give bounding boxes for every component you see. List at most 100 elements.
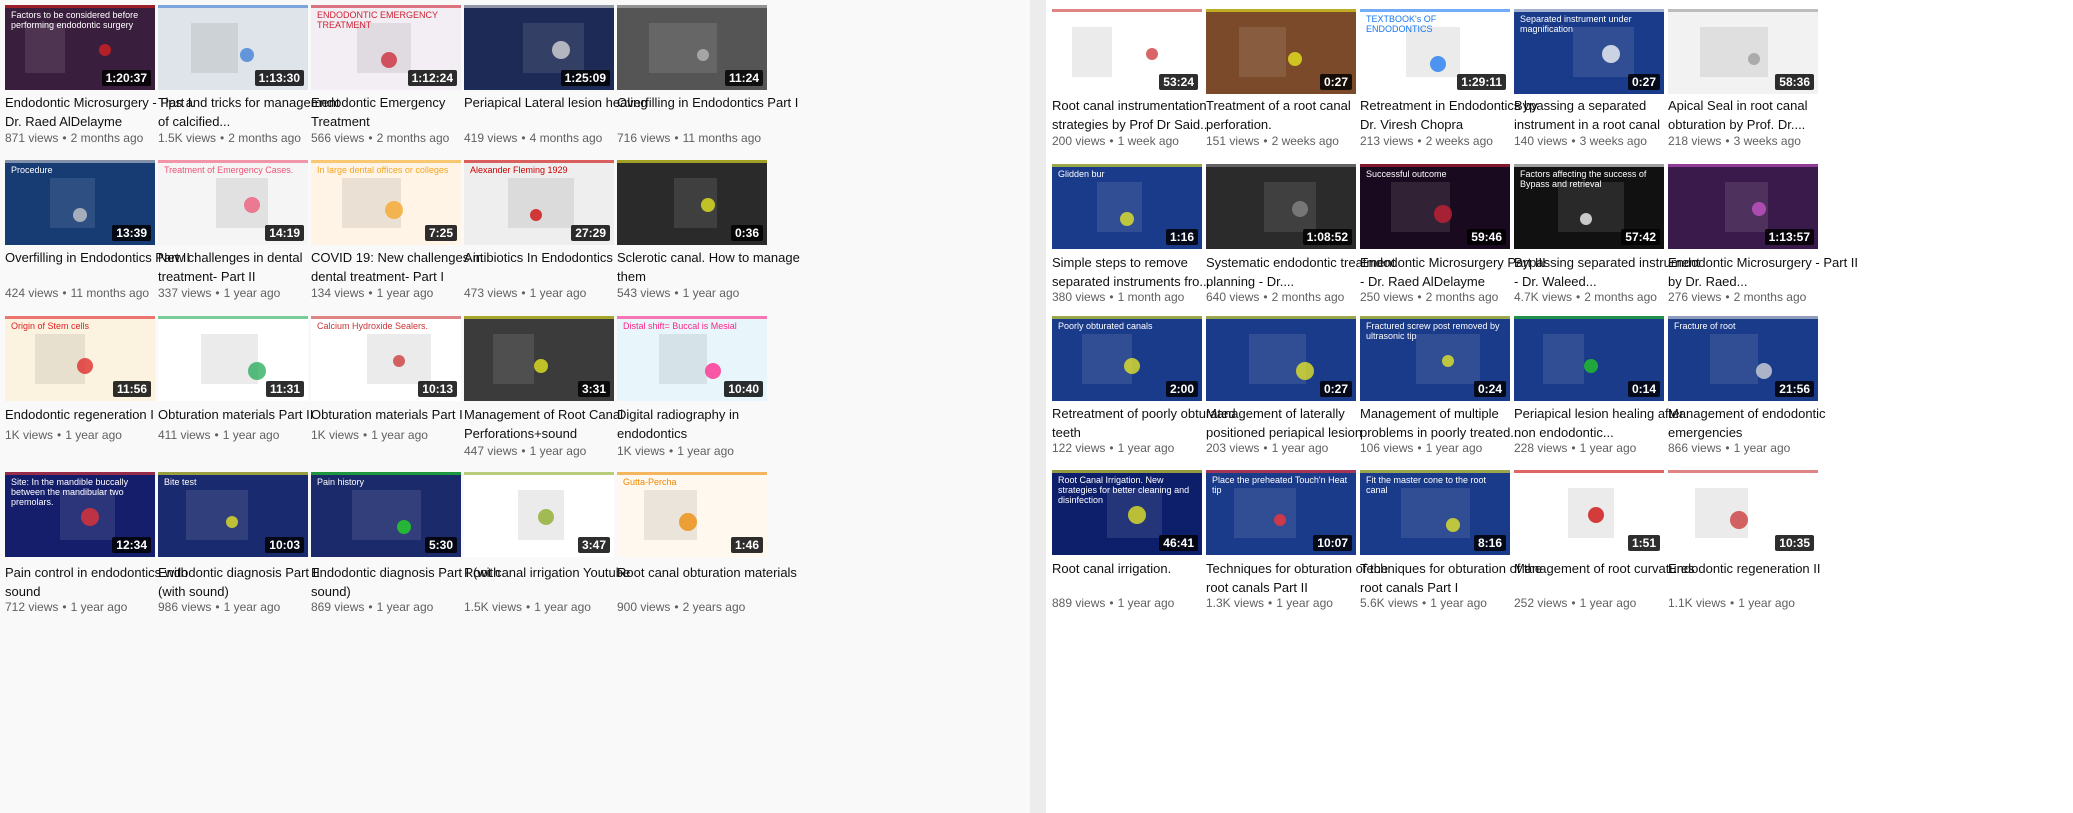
dot-separator: • — [215, 600, 220, 614]
upload-age: 2 months ago — [70, 131, 144, 145]
video-duration-badge: 53:24 — [1159, 74, 1198, 90]
thumbnail-caption: Separated instrument under magnification — [1520, 14, 1632, 34]
view-count: 1.1K views — [1668, 596, 1727, 610]
view-count: 134 views — [311, 286, 365, 300]
video-thumbnail[interactable]: Separated instrument under magnification… — [1514, 9, 1664, 94]
upload-age: 3 weeks ago — [1733, 134, 1801, 148]
dot-separator: • — [1417, 441, 1422, 455]
video-thumbnail[interactable]: Alexander Fleming 1929 27:29 — [464, 160, 614, 245]
upload-age: 1 year ago — [1738, 596, 1795, 610]
video-thumbnail[interactable]: TEXTBOOK's OF ENDODONTICS 1:29:11 — [1360, 9, 1510, 94]
video-thumbnail[interactable]: 0:36 — [617, 160, 767, 245]
video-metadata: 900 views • 2 years ago — [617, 600, 817, 614]
video-thumbnail[interactable]: Factors to be considered before performi… — [5, 5, 155, 90]
video-thumbnail[interactable]: Glidden bur 1:16 — [1052, 164, 1202, 249]
view-count: 900 views — [617, 600, 671, 614]
left-video-grid: Factors to be considered before performi… — [0, 0, 1030, 813]
upload-age: 2 months ago — [1425, 290, 1499, 304]
thumbnail-caption: Pain history — [317, 477, 365, 487]
video-title[interactable]: Endodontic Microsurgery - Part II by Dr.… — [1668, 253, 1860, 291]
video-thumbnail[interactable]: 1:51 — [1514, 470, 1664, 555]
dot-separator: • — [1109, 290, 1114, 304]
video-thumbnail[interactable]: Bite test 10:03 — [158, 472, 308, 557]
video-title[interactable]: Digital radiography in endodontics — [617, 405, 809, 443]
upload-age: 2 months ago — [1584, 290, 1657, 304]
thumbnail-caption: Treatment of Emergency Cases. — [164, 165, 294, 175]
dot-separator: • — [1417, 134, 1422, 148]
video-title[interactable]: Apical Seal in root canal obturation by … — [1668, 96, 1860, 134]
video-thumbnail[interactable]: 0:27 — [1206, 9, 1356, 94]
video-title[interactable]: Endodontic regeneration II — [1668, 559, 1860, 578]
view-count: 419 views — [464, 131, 518, 145]
video-thumbnail[interactable]: Distal shift= Buccal is Mesial 10:40 — [617, 316, 767, 401]
video-thumbnail[interactable]: 10:35 — [1668, 470, 1818, 555]
video-metadata: 866 views • 1 year ago — [1668, 441, 1868, 455]
thumbnail-caption: In large dental offices or colleges — [317, 165, 449, 175]
dot-separator: • — [674, 600, 679, 614]
thumbnail-caption: Poorly obturated canals — [1058, 321, 1153, 331]
view-count: 543 views — [617, 286, 671, 300]
view-count: 151 views — [1206, 134, 1260, 148]
video-thumbnail[interactable]: Factors affecting the success of Bypass … — [1514, 164, 1664, 249]
thumbnail-caption: Glidden bur — [1058, 169, 1105, 179]
video-thumbnail[interactable]: 11:24 — [617, 5, 767, 90]
video-thumbnail[interactable]: Root Canal Irrigation. New strategies fo… — [1052, 470, 1202, 555]
view-count: 1.5K views — [158, 131, 217, 145]
upload-age: 1 year ago — [70, 600, 128, 614]
view-count: 276 views — [1668, 290, 1722, 304]
video-thumbnail[interactable]: 0:27 — [1206, 316, 1356, 401]
video-thumbnail[interactable]: Successful outcome 59:46 — [1360, 164, 1510, 249]
video-thumbnail[interactable]: 11:31 — [158, 316, 308, 401]
video-duration-badge: 11:56 — [112, 381, 151, 397]
video-thumbnail[interactable]: Treatment of Emergency Cases. 14:19 — [158, 160, 308, 245]
video-thumbnail[interactable]: 58:36 — [1668, 9, 1818, 94]
view-count: 889 views — [1052, 596, 1106, 610]
video-thumbnail[interactable]: 53:24 — [1052, 9, 1202, 94]
video-thumbnail[interactable]: 1:08:52 — [1206, 164, 1356, 249]
video-thumbnail[interactable]: 1:25:09 — [464, 5, 614, 90]
video-metadata: 218 views • 3 weeks ago — [1668, 134, 1868, 148]
dot-separator: • — [57, 428, 62, 442]
video-thumbnail[interactable]: 3:47 — [464, 472, 614, 557]
thumbnail-caption: Successful outcome — [1366, 169, 1447, 179]
video-thumbnail[interactable]: Site: In the mandible buccally between t… — [5, 472, 155, 557]
video-thumbnail[interactable]: Fit the master cone to the root canal 8:1… — [1360, 470, 1510, 555]
video-thumbnail[interactable]: Fractured screw post removed by ultrason… — [1360, 316, 1510, 401]
view-count: 640 views — [1206, 290, 1260, 304]
video-thumbnail[interactable]: ENDODONTIC EMERGENCY TREATMENT 1:12:24 — [311, 5, 461, 90]
video-duration-badge: 1:29:11 — [1457, 74, 1506, 90]
video-title[interactable]: Management of endodontic emergencies — [1668, 404, 1860, 442]
dot-separator: • — [521, 444, 526, 458]
video-thumbnail[interactable]: Poorly obturated canals 2:00 — [1052, 316, 1202, 401]
upload-age: 11 months ago — [682, 131, 762, 145]
video-title[interactable]: Overfilling in Endodontics Part I — [617, 93, 809, 112]
dot-separator: • — [1571, 134, 1576, 148]
video-title[interactable]: Sclerotic canal. How to manage them — [617, 248, 809, 286]
dot-separator: • — [368, 131, 373, 145]
video-thumbnail[interactable]: Fracture of root 21:56 — [1668, 316, 1818, 401]
video-thumbnail[interactable]: Gutta-Percha 1:46 — [617, 472, 767, 557]
video-thumbnail[interactable]: Procedure 13:39 — [5, 160, 155, 245]
video-metadata: 1K views • 1 year ago — [617, 444, 817, 458]
upload-age: 1 year ago — [223, 600, 281, 614]
video-thumbnail[interactable]: 3:31 — [464, 316, 614, 401]
video-thumbnail[interactable]: 1:13:30 — [158, 5, 308, 90]
video-thumbnail[interactable]: Origin of Stem cells 11:56 — [5, 316, 155, 401]
thumbnail-caption: Fracture of root — [1674, 321, 1736, 331]
video-title[interactable]: Root canal obturation materials — [617, 563, 809, 582]
video-duration-badge: 1:13:57 — [1764, 229, 1814, 245]
video-thumbnail[interactable]: Calcium Hydroxide Sealers. 10:13 — [311, 316, 461, 401]
video-thumbnail[interactable]: Pain history 5:30 — [311, 472, 461, 557]
view-count: 4.7K views — [1514, 290, 1573, 304]
video-thumbnail[interactable]: 0:14 — [1514, 316, 1664, 401]
video-thumbnail[interactable]: In large dental offices or colleges 7:25 — [311, 160, 461, 245]
view-count: 1K views — [311, 428, 360, 442]
video-thumbnail[interactable]: Place the preheated Touch'n Heat tip 10:0… — [1206, 470, 1356, 555]
video-duration-badge: 0:36 — [730, 225, 763, 241]
thumbnail-caption: TEXTBOOK's OF ENDODONTICS — [1366, 14, 1437, 34]
view-count: 566 views — [311, 131, 365, 145]
video-duration-badge: 58:36 — [1775, 74, 1814, 90]
video-thumbnail[interactable]: 1:13:57 — [1668, 164, 1818, 249]
thumbnail-caption: Alexander Fleming 1929 — [470, 165, 568, 175]
video-duration-badge: 10:07 — [1313, 535, 1352, 551]
